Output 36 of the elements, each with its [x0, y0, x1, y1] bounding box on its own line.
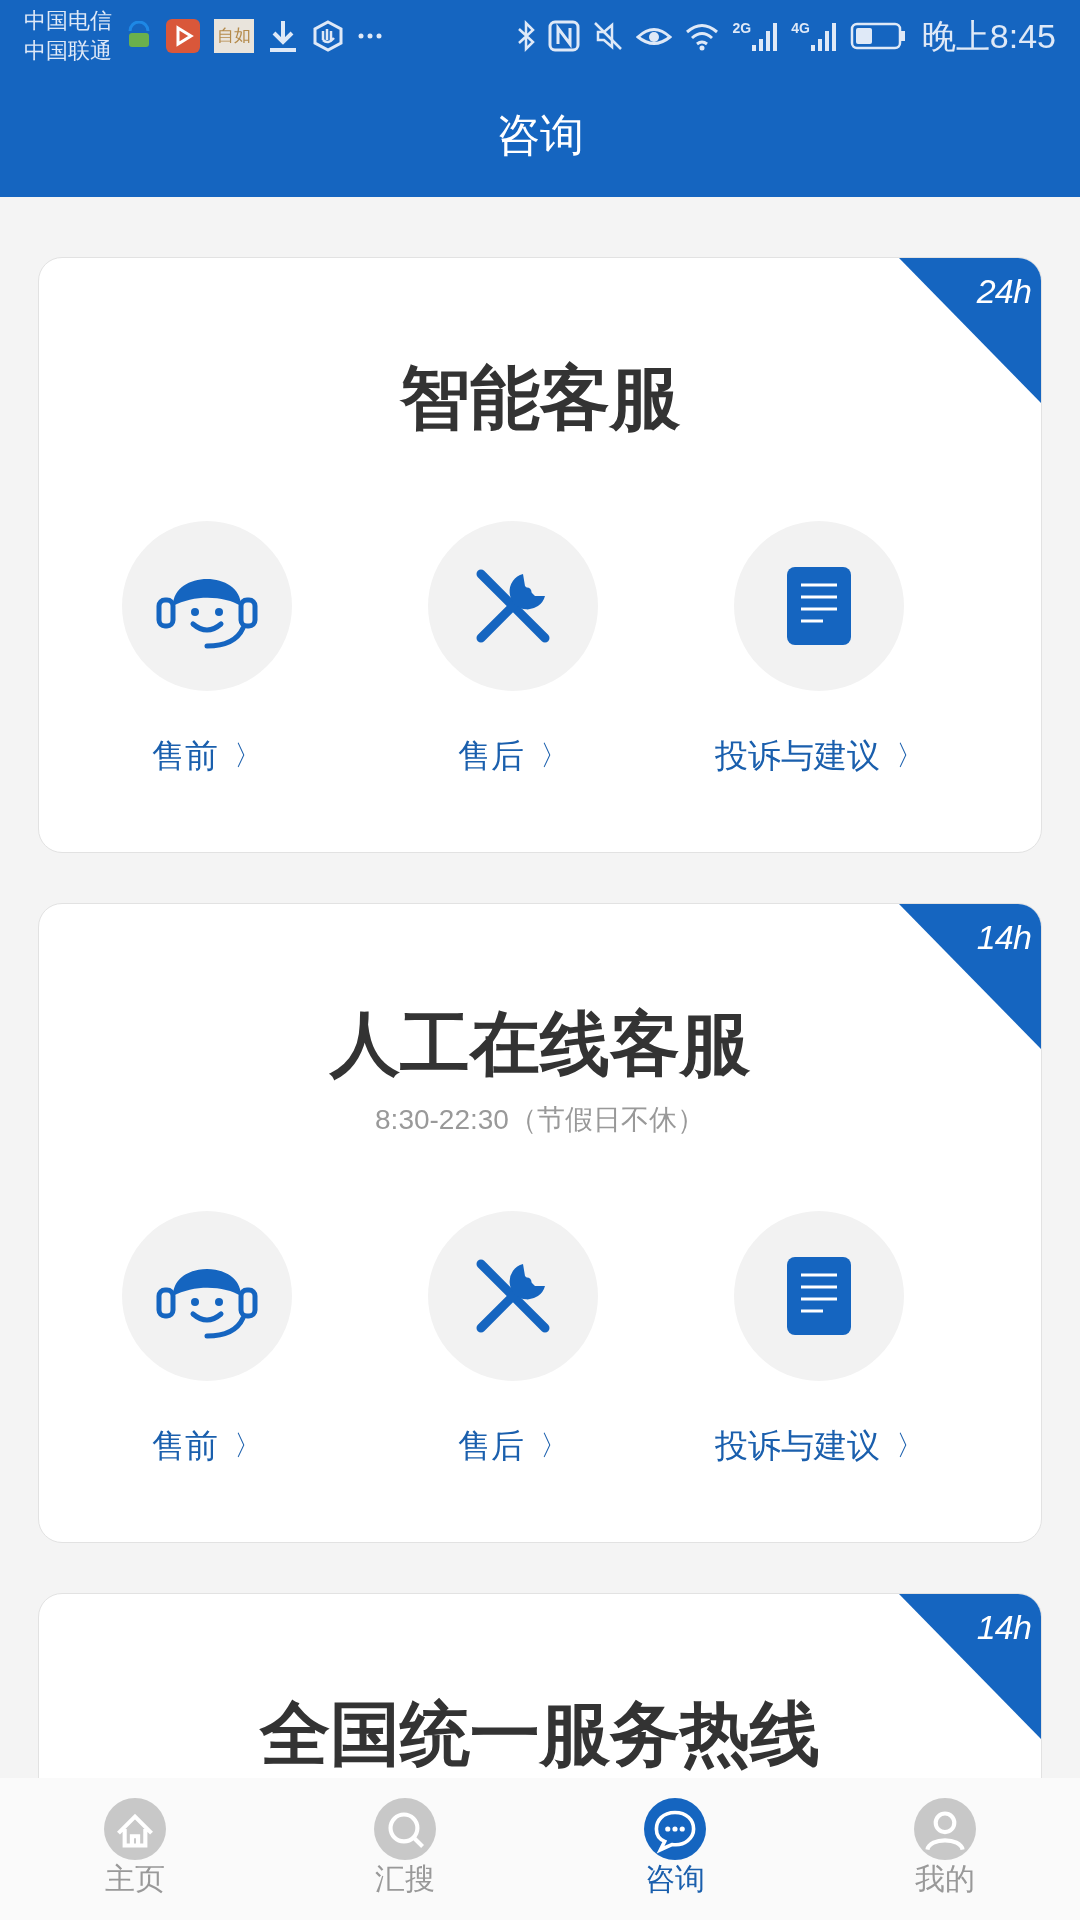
signal-icon: [751, 21, 780, 51]
nav-tab[interactable]: 咨询: [540, 1778, 810, 1920]
bluetooth-icon: [516, 20, 537, 52]
service-option[interactable]: 售前 〉: [54, 521, 360, 772]
search-icon: [374, 1798, 436, 1860]
user-icon: [914, 1798, 976, 1860]
clock: 晚上8:45: [921, 15, 1056, 57]
document-icon: [787, 567, 851, 645]
more-icon: [358, 33, 382, 39]
chat-bubble-icon: [644, 1798, 706, 1860]
signal-icon: [809, 21, 838, 51]
document-icon: [787, 1257, 851, 1335]
service-option[interactable]: 投诉与建议 〉: [666, 1211, 972, 1462]
carrier-name: 中国联通: [24, 37, 112, 65]
hours-label: 24h: [976, 274, 1031, 308]
page-title: 咨询: [496, 108, 584, 161]
service-option[interactable]: 售后 〉: [360, 521, 666, 772]
home-icon: [104, 1798, 166, 1860]
service-option[interactable]: 投诉与建议 〉: [666, 521, 972, 772]
app-icon: 自如: [214, 19, 254, 53]
carrier-name: 中国电信: [24, 7, 112, 35]
card-title: 人工在线客服: [330, 1009, 750, 1079]
service-option[interactable]: 售前 〉: [54, 1211, 360, 1462]
network-type: 4G: [791, 21, 810, 35]
service-hours: 8:30-22:30（节假日不休）: [375, 1103, 705, 1137]
network-type: 2G: [732, 21, 752, 35]
nfc-icon: [548, 20, 581, 52]
hours-label: 14h: [976, 1610, 1031, 1644]
hand-icon: [312, 20, 344, 52]
card-title: 智能客服: [400, 363, 680, 433]
download-icon: [268, 19, 298, 53]
card-title: 全国统一服务热线: [260, 1699, 820, 1769]
hours-label: 14h: [976, 920, 1031, 954]
service-option[interactable]: 售后 〉: [360, 1211, 666, 1462]
play-app-icon: [166, 19, 200, 53]
battery-icon: [849, 22, 906, 50]
